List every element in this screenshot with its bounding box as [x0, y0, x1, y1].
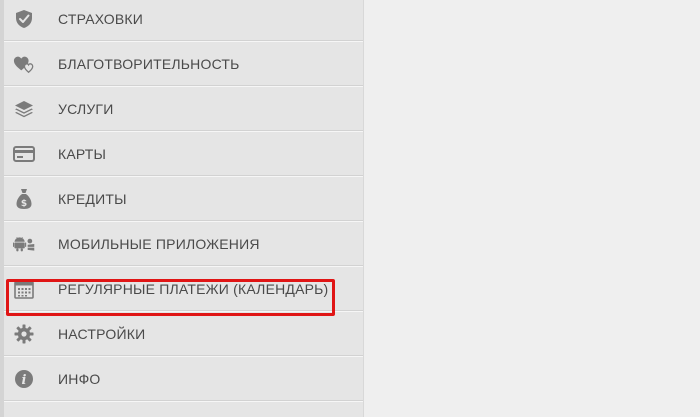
menu-item-label: БЛАГОТВОРИТЕЛЬНОСТЬ: [58, 56, 240, 72]
menu-item-charity[interactable]: БЛАГОТВОРИТЕЛЬНОСТЬ: [4, 42, 363, 87]
menu-item-label: ИНФО: [58, 371, 101, 387]
menu-item-credits[interactable]: $ КРЕДИТЫ: [4, 177, 363, 222]
menu-item-label: НАСТРОЙКИ: [58, 326, 146, 342]
info-icon: i: [13, 368, 35, 390]
content-area: [364, 0, 700, 417]
credit-card-icon: [13, 143, 35, 165]
menu-item-label: КРЕДИТЫ: [58, 191, 127, 207]
menu-item-mobile-apps[interactable]: МОБИЛЬНЫЕ ПРИЛОЖЕНИЯ: [4, 222, 363, 267]
menu-item-settings[interactable]: НАСТРОЙКИ: [4, 312, 363, 357]
menu-item-regular-payments[interactable]: РЕГУЛЯРНЫЕ ПЛАТЕЖИ (КАЛЕНДАРЬ): [4, 267, 363, 312]
menu-item-label: СТРАХОВКИ: [58, 11, 144, 27]
shield-check-icon: [13, 8, 35, 30]
menu-item-info[interactable]: i ИНФО: [4, 357, 363, 402]
menu-item-services[interactable]: УСЛУГИ: [4, 87, 363, 132]
menu-item-label: МОБИЛЬНЫЕ ПРИЛОЖЕНИЯ: [58, 236, 260, 252]
menu-item-label: КАРТЫ: [58, 146, 107, 162]
svg-text:i: i: [22, 373, 27, 388]
money-bag-icon: $: [13, 188, 35, 210]
hearts-icon: [13, 53, 35, 75]
svg-text:$: $: [21, 199, 27, 209]
mobile-platforms-icon: [13, 233, 35, 255]
menu-item-insurance[interactable]: СТРАХОВКИ: [4, 0, 363, 42]
menu-list: СТРАХОВКИ БЛАГОТВОРИТЕЛЬНОСТЬ УСЛУГИ КАР…: [4, 0, 363, 402]
menu-item-cards[interactable]: КАРТЫ: [4, 132, 363, 177]
sidebar-menu: СТРАХОВКИ БЛАГОТВОРИТЕЛЬНОСТЬ УСЛУГИ КАР…: [0, 0, 364, 417]
calendar-icon: [13, 278, 35, 300]
menu-item-label: УСЛУГИ: [58, 101, 114, 117]
layers-icon: [13, 98, 35, 120]
menu-item-label: РЕГУЛЯРНЫЕ ПЛАТЕЖИ (КАЛЕНДАРЬ): [58, 281, 329, 297]
gear-icon: [13, 323, 35, 345]
